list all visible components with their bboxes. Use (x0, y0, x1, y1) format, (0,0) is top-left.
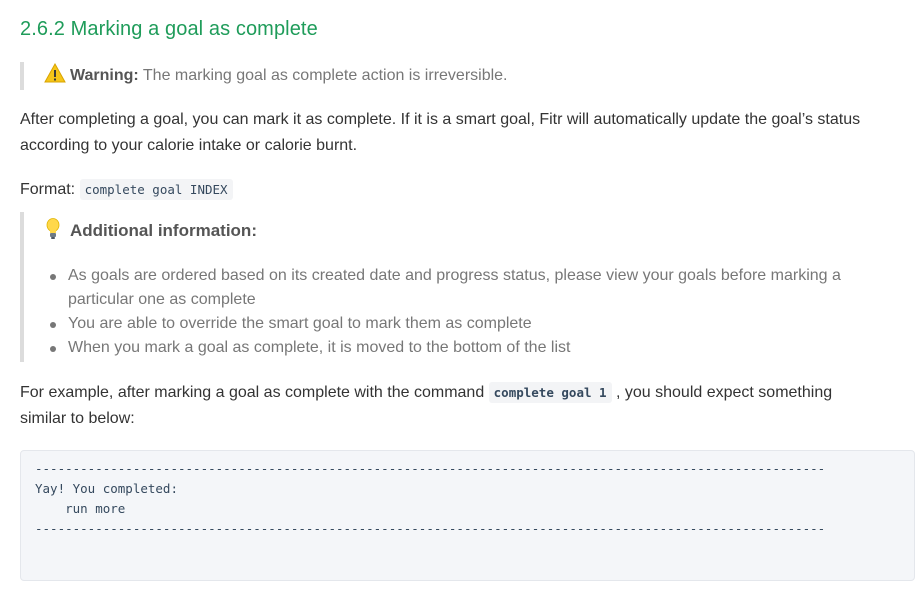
info-title: Additional information: (70, 221, 257, 240)
output-separator-bottom: ----------------------------------------… (35, 521, 826, 536)
intro-paragraph: After completing a goal, you can mark it… (20, 111, 861, 154)
warning-label: Warning: (70, 67, 139, 84)
info-callout: Additional information: As goals are ord… (20, 212, 914, 362)
section-heading: 2.6.2 Marking a goal as complete (20, 18, 318, 40)
example-code: complete goal 1 (488, 382, 612, 403)
warning-text: The marking goal as complete action is i… (138, 67, 508, 84)
output-separator-top: ----------------------------------------… (35, 461, 826, 476)
lightbulb-icon (46, 218, 60, 239)
output-line-2: run more (35, 501, 126, 516)
example-text-before: For example, after marking a goal as com… (20, 384, 489, 401)
example-paragraph: For example, after marking a goal as com… (20, 380, 880, 432)
output-code-block: ----------------------------------------… (20, 450, 915, 581)
format-label: Format: (20, 181, 80, 198)
info-list: As goals are ordered based on its create… (48, 264, 888, 360)
list-item: When you mark a goal as complete, it is … (50, 336, 888, 360)
warning-icon (44, 63, 66, 83)
list-item: You are able to override the smart goal … (50, 312, 888, 336)
format-code: complete goal INDEX (79, 179, 233, 200)
list-item: As goals are ordered based on its create… (50, 264, 888, 312)
format-paragraph: Format: complete goal INDEX (20, 177, 233, 203)
warning-callout: Warning: The marking goal as complete ac… (20, 62, 508, 90)
output-line-1: Yay! You completed: (35, 481, 178, 496)
